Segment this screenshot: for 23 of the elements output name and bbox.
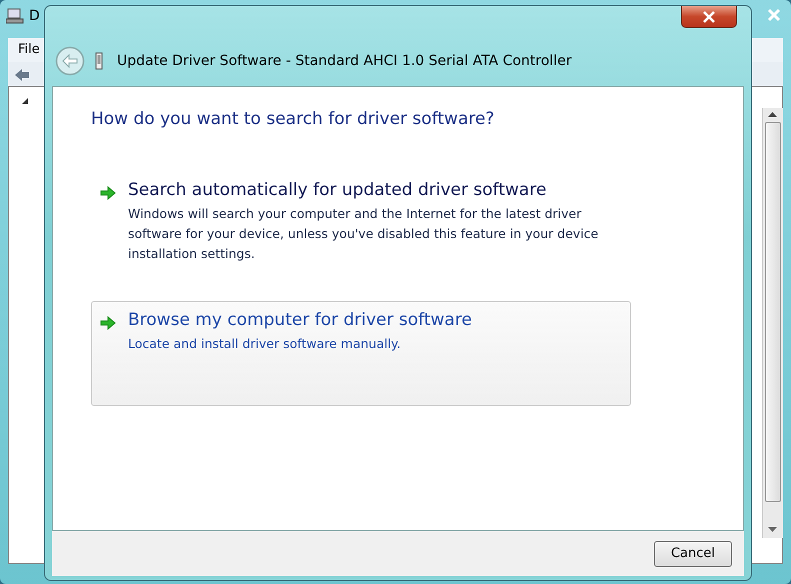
dialog-heading: How do you want to search for driver software?	[91, 109, 496, 129]
back-button-icon[interactable]	[55, 46, 85, 76]
option-title: Browse my computer for driver software	[128, 310, 472, 330]
back-arrow-icon[interactable]	[14, 68, 30, 82]
device-icon	[95, 52, 103, 70]
option-title: Search automatically for updated driver software	[128, 180, 548, 200]
option-description: Windows will search your computer and the Internet for the latest driver software for your device, unless you've disabled this feature in your device installation settings.	[128, 205, 600, 263]
scrollbar-thumb[interactable]	[765, 122, 781, 502]
scroll-down-arrow-icon[interactable]	[768, 527, 777, 532]
dialog-title: Update Driver Software - Standard AHCI 1.0 Serial ATA Controller	[117, 53, 572, 69]
computer-icon	[6, 8, 24, 24]
menu-item[interactable]: File	[18, 42, 40, 57]
scroll-up-arrow-icon[interactable]	[768, 112, 777, 117]
window-title: D	[29, 8, 40, 24]
close-icon	[702, 10, 716, 22]
expand-triangle-icon[interactable]	[21, 97, 29, 105]
scrollbar[interactable]	[762, 108, 783, 538]
close-button[interactable]	[681, 6, 737, 28]
arrow-icon	[100, 186, 116, 200]
option-description: Locate and install driver software manually.	[128, 335, 402, 353]
option-link[interactable]: Browse my computer for driver software Locate and install driver software manually.	[91, 301, 631, 406]
cancel-button[interactable]: Cancel	[654, 540, 732, 566]
arrow-icon	[100, 316, 116, 330]
